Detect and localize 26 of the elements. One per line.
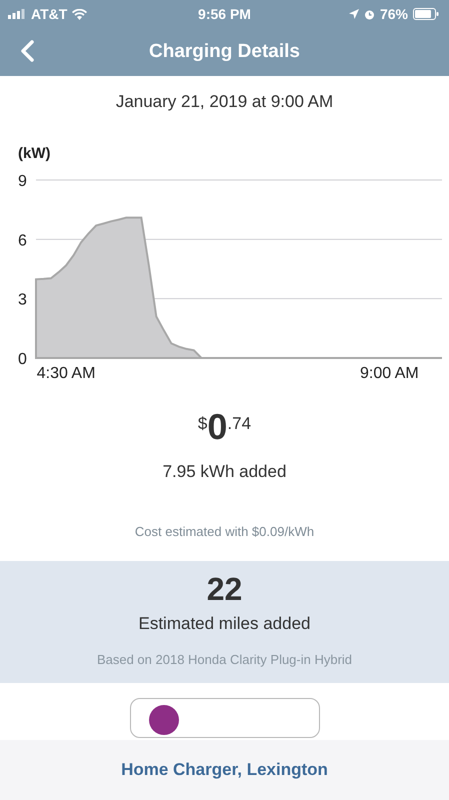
axis-label: 6 [18,232,27,250]
carrier-name: AT&T [31,6,68,22]
alarm-icon [364,8,375,20]
battery-percent: 76% [380,6,408,22]
charger-link[interactable]: Home Charger, Lexington [121,760,328,780]
battery-icon [413,8,439,20]
avatar-icon [148,705,178,735]
signal-icon [8,9,26,19]
vehicle-note: Based on 2018 Honda Clarity Plug-in Hybrid [96,652,352,667]
energy-added: 7.95 kWh added [162,462,288,482]
cost-note: Cost estimated with $0.09/kWh [134,524,316,539]
location-icon [348,9,359,19]
clock-time: 9:56 PM [198,6,251,22]
miles-value: 22 [206,571,242,608]
miles-label: Estimated miles added [138,614,310,634]
axis-unit: (kW) [18,145,50,162]
charge-date: January 21, 2019 at 9:00 AM [114,91,334,113]
screen-title: Charging Details [149,41,300,63]
vehicle-button[interactable] [130,698,320,738]
axis-label: 4:30 AM [36,365,96,382]
axis-label: 9 [18,173,27,190]
wifi-icon [72,8,88,20]
axis-label: 9:00 AM [360,365,419,382]
axis-label: 3 [18,292,27,309]
axis-label: 0 [18,351,27,368]
back-icon[interactable] [20,40,34,62]
